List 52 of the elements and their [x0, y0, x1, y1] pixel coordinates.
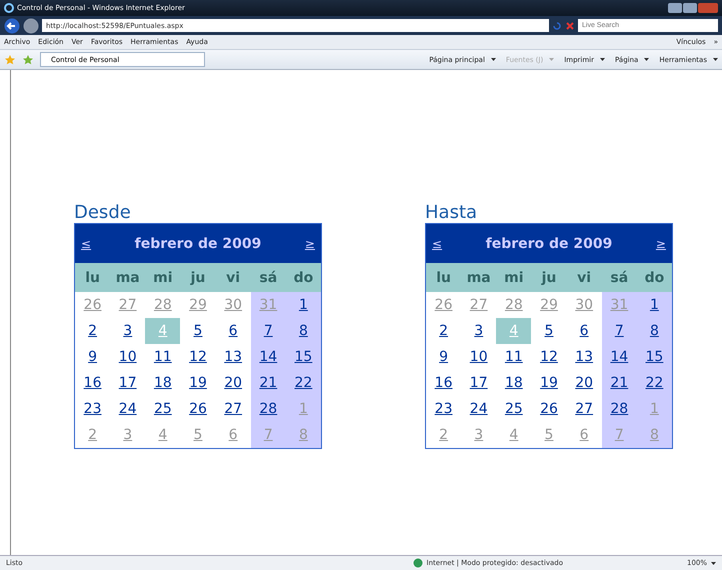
weekday-header: sá — [250, 263, 286, 292]
day-cell[interactable]: 14 — [250, 344, 286, 370]
day-cell[interactable]: 7 — [250, 318, 286, 344]
minimize-button[interactable] — [668, 3, 682, 13]
stop-icon[interactable] — [565, 20, 575, 30]
day-cell[interactable]: 28 — [250, 396, 286, 422]
caret-icon[interactable] — [644, 58, 650, 61]
weekday-header: ma — [461, 263, 496, 292]
caret-icon[interactable] — [600, 58, 605, 61]
add-favorite-icon[interactable] — [22, 54, 34, 66]
day-cell[interactable]: 1 — [636, 292, 672, 318]
maximize-button[interactable] — [683, 3, 697, 13]
previous-month-link[interactable]: ≤ — [432, 236, 442, 250]
day-cell[interactable]: 14 — [602, 344, 637, 370]
day-cell[interactable]: 22 — [636, 370, 672, 396]
weekday-header: vi — [566, 263, 602, 292]
caret-icon[interactable] — [490, 58, 496, 61]
day-cell[interactable]: 8 — [286, 318, 321, 344]
day-cell[interactable]: 15 — [636, 344, 672, 370]
weekday-header: mi — [145, 263, 180, 292]
weekday-header: ma — [110, 263, 146, 292]
caret-icon[interactable] — [711, 562, 716, 564]
month-title: febrero de 2009 — [486, 236, 612, 252]
weekday-header: lu — [75, 263, 110, 292]
day-cell[interactable]: 8 — [636, 318, 672, 344]
calendar-title: Hasta — [425, 202, 478, 223]
weekday-header: ju — [180, 263, 216, 292]
day-cell[interactable]: 7 — [602, 318, 637, 344]
weekday-header: sá — [602, 263, 637, 292]
caret-icon[interactable] — [713, 58, 718, 61]
day-cell[interactable]: 21 — [250, 370, 286, 396]
day-cell[interactable]: 21 — [602, 370, 637, 396]
globe-icon — [412, 558, 423, 568]
star-icon[interactable] — [4, 54, 16, 66]
previous-month-link[interactable]: ≤ — [81, 236, 92, 250]
next-month-link[interactable]: ≥ — [304, 236, 315, 250]
calendar-title: Desde — [74, 202, 132, 223]
day-cell[interactable]: 22 — [286, 370, 321, 396]
weekday-header: ju — [531, 263, 567, 292]
next-month-link[interactable]: ≥ — [656, 236, 666, 250]
day-cell[interactable]: 15 — [286, 344, 321, 370]
month-title: febrero de 2009 — [134, 236, 262, 252]
weekday-header: do — [286, 263, 321, 292]
weekday-header: mi — [496, 263, 532, 292]
back-icon[interactable] — [4, 18, 20, 34]
weekday-header: vi — [216, 263, 251, 292]
refresh-icon[interactable] — [552, 20, 562, 30]
weekday-header: do — [636, 263, 672, 292]
day-cell[interactable]: 1 — [286, 292, 321, 318]
browser-icon — [4, 3, 14, 13]
weekday-header: lu — [426, 263, 462, 292]
day-cell[interactable]: 28 — [602, 396, 637, 422]
